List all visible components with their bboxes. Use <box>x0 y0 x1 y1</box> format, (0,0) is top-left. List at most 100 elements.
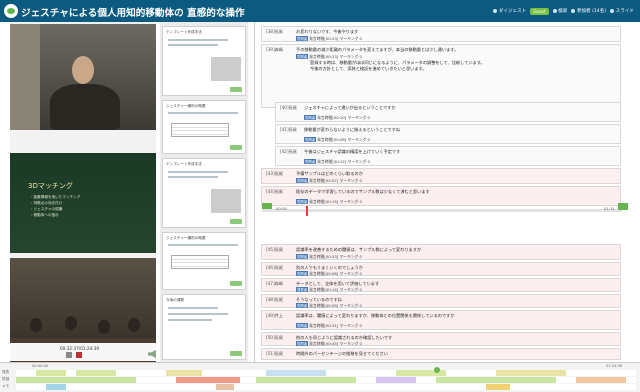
timeline-segment[interactable] <box>76 370 116 376</box>
transcript-entry[interactable]: [38]長尾 お変わりないです、今後やります 質問者 発言時間[00:23] マー… <box>261 26 621 42</box>
lecturer-head <box>72 56 94 84</box>
timeline-segment[interactable] <box>16 377 136 383</box>
entry-meta: 質問者 発言時間[00:07] マーキング 0 <box>296 178 362 184</box>
timeline-segment[interactable] <box>436 377 556 383</box>
menu-search[interactable]: 検索 <box>552 8 567 14</box>
timeline-segment[interactable] <box>256 377 356 383</box>
seek-marker[interactable] <box>306 206 308 216</box>
speaker-label: [48]長尾 <box>266 297 283 302</box>
menu-participants[interactable]: 参加者 (14名) <box>571 8 606 14</box>
pause-button[interactable] <box>76 352 82 358</box>
transcript-entry[interactable]: [40]長尾 ジェスチャによって違いが出るということですか 質問者 発言時間[00… <box>275 102 621 122</box>
transcript-entry[interactable]: [51]長尾 時間外のパーセンテージの推移を見せてください <box>261 348 621 360</box>
slide-thumb[interactable]: テンプレート作成手法 <box>162 26 246 96</box>
meta-text: 発言時間[00:23] マーキング 0 <box>309 54 362 59</box>
thumb-title: ジェスチャー識別の概要 <box>166 104 206 108</box>
slide-thumb[interactable]: 今後の課題 <box>162 294 246 360</box>
timeline-segment[interactable] <box>46 384 66 390</box>
thumb-title: 今後の課題 <box>166 298 184 302</box>
utterance-text: 今後の方針として、実装と検証を進めていきたいと思います。 <box>310 66 427 71</box>
thumb-line <box>168 313 228 315</box>
entry-meta: 質問者 発言時間[00:23] マーキング 0 <box>296 36 362 42</box>
speaker-label: [40]長尾 <box>280 105 297 110</box>
play-button[interactable] <box>66 352 72 358</box>
status-badge[interactable]: Guest <box>530 7 549 15</box>
meta-text: 発言時間[00:45] マーキング 0 <box>309 341 362 346</box>
tag-badge: 質問者 <box>304 137 317 142</box>
transcript-entry[interactable]: [39]森嶋 手の移動量の減少距離のパラメータを変えてますが、本当の移動量とは少… <box>261 44 621 108</box>
timeline-segment[interactable] <box>176 377 240 383</box>
transcript-entry[interactable]: [48]長尾 そうなっているのですね 質問者 発言時間[00:09] マーキング … <box>261 294 621 308</box>
timeline-playhead[interactable] <box>434 367 440 373</box>
slide-video-line: ・特徴点の対応付け <box>30 201 63 205</box>
transcript-entry[interactable]: [42]長尾 今後はジェスチャ認識の精度を上げていく予定です 質問者 発言時間[0… <box>275 146 621 166</box>
entry-meta: 質問者 発言時間[00:09] マーキング 0 <box>296 303 362 309</box>
seek-end-time: 01:31 <box>604 206 615 211</box>
page-title: ジェスチャによる個人用知的移動体の 直感的な操作 <box>21 8 245 19</box>
speaker-label: [42]長尾 <box>280 149 297 154</box>
thumb-button[interactable] <box>230 87 242 92</box>
utterance-text: 既存のデータで学習しているのでサンプル数は少なくて済むと思います <box>296 189 430 194</box>
speaker-label: [49]井上 <box>266 313 283 318</box>
transcript-entry[interactable]: [41]長尾 移動量が変わらないように揃えるということですね 質問者 発言時間[0… <box>275 124 621 144</box>
timeline-row[interactable]: 質疑 <box>2 377 636 383</box>
thumb-button[interactable] <box>230 145 242 150</box>
utterance-text: 今後はジェスチャ認識の精度を上げていく予定です <box>304 149 401 154</box>
logo-icon <box>4 4 18 18</box>
transcript-entry[interactable]: [45]長尾 認識率を改善するための閾値は、サンプル数によって変わりますか 質問… <box>261 244 621 260</box>
speaker-label: [51]長尾 <box>266 351 283 356</box>
thumb-line <box>168 39 228 41</box>
timeline-segment[interactable] <box>166 370 202 376</box>
tag-badge: 質問者 <box>296 199 309 204</box>
entry-meta: 質問者 発言時間[00:45] マーキング 0 <box>296 341 362 347</box>
timeline-segment[interactable] <box>266 370 326 376</box>
transcript-entry[interactable]: [49]井上 認識率は、閾値によって変わりますか、移動体との位置関係も関係してい… <box>261 310 621 330</box>
timeline-segment[interactable] <box>216 384 234 390</box>
slide-thumb[interactable]: ジェスチャー識別の概要 <box>162 232 246 290</box>
slide-thumb[interactable]: テンプレート作成手法 <box>162 158 246 228</box>
student-head <box>98 320 110 334</box>
timeline-segment[interactable] <box>496 370 566 376</box>
transcript-seek-track[interactable] <box>262 209 622 212</box>
menu-slides[interactable]: スライド <box>610 8 634 14</box>
transcript-entry[interactable]: [47]森嶋 データとして、全体を用いて評価しています 発表者 発言時間[00:1… <box>261 278 621 292</box>
timeline-segment[interactable] <box>376 377 416 383</box>
tag-badge: 質問者 <box>296 323 309 328</box>
timeline-segment[interactable] <box>36 370 66 376</box>
tag-badge: 質問者 <box>296 341 309 346</box>
menu-digest[interactable]: ダイジェスト <box>493 8 526 14</box>
slide-thumb[interactable]: ジェスチャー識別の概要 <box>162 100 246 154</box>
app-window: ジェスチャによる個人用知的移動体の 直感的な操作 ダイジェスト Guest 検索… <box>0 0 640 392</box>
tag-badge: 質問者 <box>304 159 317 164</box>
timeline-row[interactable]: 発表 <box>2 370 636 376</box>
speaker-label: [43]長尾 <box>266 171 283 176</box>
next-button[interactable] <box>618 203 628 210</box>
thumb-button[interactable] <box>230 351 242 356</box>
student-head <box>30 318 42 332</box>
thumb-table <box>171 255 229 269</box>
speaker-label: [41]長尾 <box>280 127 297 132</box>
thumb-button[interactable] <box>230 219 242 224</box>
entry-meta: 質問者 発言時間[00:06] マーキング 0 <box>296 271 362 277</box>
meta-text: 発言時間[00:23] マーキング 0 <box>309 36 362 41</box>
timeline-row[interactable]: メモ <box>2 384 636 390</box>
meta-text: 発言時間[00:08] マーキング 0 <box>317 137 370 142</box>
transcript-entry[interactable]: [50]長尾 他の人も同じように認識されるのか確認したいです 質問者 発言時間[0… <box>261 332 621 346</box>
slide-video-line: ・移動体への指示 <box>30 213 59 217</box>
speaker-label: [39]森嶋 <box>266 47 283 52</box>
utterance-text: 時間外のパーセンテージの推移を見せてください <box>296 351 388 356</box>
tag-badge: 質問者 <box>296 36 309 41</box>
timeline-segment[interactable] <box>576 377 626 383</box>
timeline: 00:00:00 01:24:39 発表 質疑 メモ <box>0 362 640 392</box>
lecturer-video[interactable] <box>10 24 156 130</box>
meta-text: 発言時間[00:31] マーキング 0 <box>309 323 362 328</box>
app-header: ジェスチャによる個人用知的移動体の 直感的な操作 ダイジェスト Guest 検索… <box>0 0 640 22</box>
slide-video[interactable]: 3Dマッチング ・距離情報を用いたマッチング ・特徴点の対応付け ・ジェスチャの… <box>10 153 156 253</box>
timeline-segment[interactable] <box>486 384 510 390</box>
transcript-entry[interactable]: [44]長尾 既存のデータで学習しているのでサンプル数は少なくて済むと思います … <box>261 186 621 206</box>
utterance-text: 認識率は、閾値によって変わりますか、移動体との位置関係も関係しているのですか <box>296 313 455 318</box>
transcript-panel: [38]長尾 お変わりないです、今後やります 質問者 発言時間[00:23] マー… <box>254 22 634 362</box>
transcript-entry[interactable]: [46]長尾 別の人でもうまくいくのでしょうか 質問者 発言時間[00:06] マ… <box>261 262 621 276</box>
thumb-button[interactable] <box>230 281 242 286</box>
transcript-entry[interactable]: [43]長尾 予備サンプルはどのくらい取るのか 質問者 発言時間[00:07] マ… <box>261 168 621 184</box>
